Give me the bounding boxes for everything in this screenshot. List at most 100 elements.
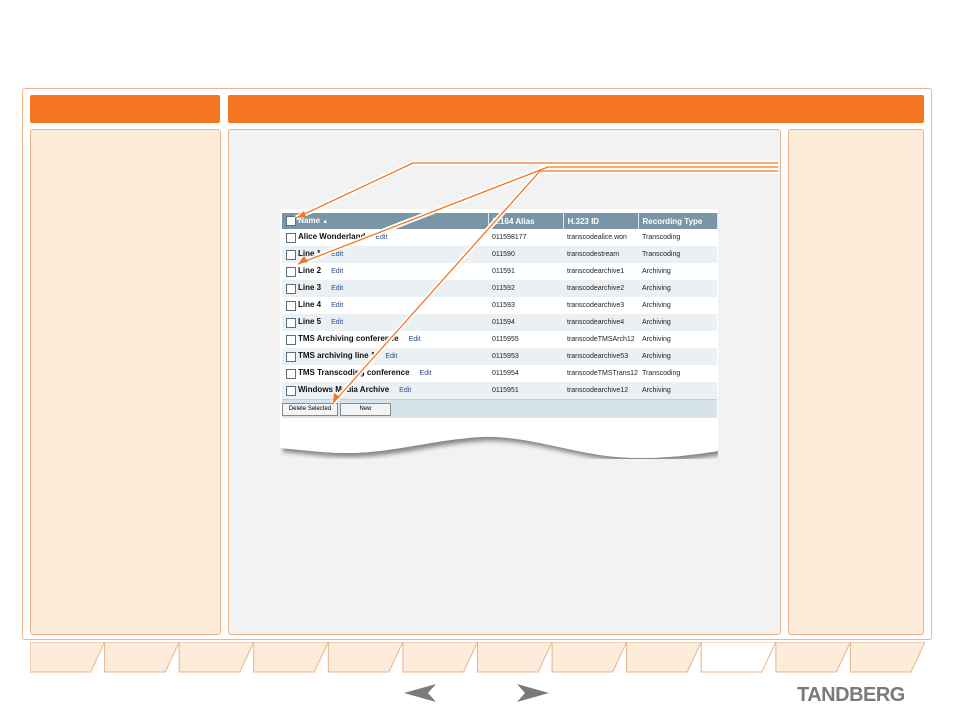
name-cell: Line 1 Edit (282, 246, 488, 263)
type-cell: Archiving (638, 382, 717, 399)
name-cell: Line 3 Edit (282, 280, 488, 297)
table-row: Line 2 Edit 011591 transcodearchive1 Archivi… (282, 263, 717, 280)
row-checkbox[interactable] (286, 300, 296, 311)
tandberg-logo: TANDBERG (797, 684, 905, 706)
new-button[interactable]: New (340, 403, 391, 416)
alias-cell: 011591 (492, 268, 515, 275)
row-name: TMS Transcoding conference (297, 368, 410, 378)
bottom-tab-bar (30, 642, 925, 673)
bottom-tab[interactable] (626, 642, 702, 673)
left-arrow-icon[interactable] (404, 684, 436, 702)
edit-link[interactable]: Edit (385, 353, 397, 360)
table-toolbar: Delete Selected New (282, 399, 717, 418)
h323-cell: transcodearchive2 (563, 280, 638, 297)
row-checkbox[interactable] (286, 351, 296, 362)
row-name: TMS Archiving conference (297, 334, 399, 344)
edit-link[interactable]: Edit (399, 387, 411, 394)
edit-link[interactable]: Edit (331, 251, 343, 258)
h323-cell: transcodearchive4 (563, 314, 638, 331)
edit-link[interactable]: Edit (331, 319, 343, 326)
edit-link[interactable]: Edit (331, 302, 343, 309)
table-row: Line 1 Edit 011590 transcodestream Transcodi… (282, 246, 717, 263)
bottom-tab[interactable] (477, 642, 553, 673)
alias-cell: 0115954 (492, 370, 519, 377)
name-cell: TMS Transcoding conference Edit (282, 365, 488, 382)
alias-cell: 011592 (488, 280, 563, 297)
row-checkbox[interactable] (286, 283, 296, 294)
type-cell: Archiving (642, 268, 671, 275)
bottom-tab[interactable] (849, 642, 925, 673)
column-header-alias[interactable]: E.164 Alias (488, 213, 564, 229)
table-row: TMS Archiving conference Edit 0115955 trans… (282, 331, 717, 348)
name-cell: Line 2 Edit (282, 263, 488, 280)
table-row: TMS Transcoding conference Edit 0115954 tra… (282, 365, 717, 382)
table-row: Line 4 Edit 011593 transcodearchive3 Archivi… (282, 297, 717, 314)
select-all-checkbox[interactable] (286, 216, 296, 226)
main-header-bar (228, 95, 924, 123)
bottom-tab[interactable] (178, 642, 255, 673)
table-header-row: Name ▲ E.164 Alias H.323 ID Recording Ty… (282, 213, 718, 229)
row-name: Line 1 (297, 249, 322, 259)
right-arrow-icon[interactable] (517, 684, 549, 702)
h323-cell: transcodestream (563, 246, 638, 263)
row-checkbox[interactable] (286, 334, 296, 345)
row-name: Line 5 (297, 317, 322, 327)
edit-link[interactable]: Edit (420, 370, 432, 377)
table-row: Windows Media Archive Edit 0115951 transcod… (282, 382, 717, 399)
column-header-name[interactable]: Name ▲ (282, 213, 489, 229)
row-name: TMS archiving line 1 (297, 351, 376, 361)
recording-aliases-table: Name ▲ E.164 Alias H.323 ID Recording Ty… (282, 213, 718, 418)
alias-cell: 011590 (488, 246, 563, 263)
alias-cell: 011594 (488, 314, 563, 331)
row-checkbox[interactable] (286, 385, 296, 396)
edit-link[interactable]: Edit (331, 268, 343, 275)
type-cell: Archiving (642, 302, 671, 309)
delete-selected-button[interactable]: Delete Selected (282, 403, 338, 416)
h323-cell: transcodeTMSTrans12 (567, 370, 638, 377)
row-checkbox[interactable] (286, 317, 296, 328)
alias-cell: 011593 (492, 302, 515, 309)
type-cell: Archiving (638, 280, 717, 297)
row-checkbox[interactable] (286, 232, 296, 243)
bottom-tab[interactable] (551, 642, 628, 673)
column-header-h323[interactable]: H.323 ID (563, 213, 639, 229)
name-cell: Line 5 Edit (282, 314, 488, 331)
edit-link[interactable]: Edit (375, 234, 387, 241)
column-header-type[interactable]: Recording Type (638, 213, 718, 229)
alias-cell: 0115953 (488, 348, 563, 365)
name-cell: TMS Archiving conference Edit (282, 331, 488, 348)
edit-link[interactable]: Edit (331, 285, 343, 292)
h323-cell: transcodearchive12 (563, 382, 638, 399)
bottom-tab[interactable] (327, 642, 404, 673)
bottom-tab[interactable] (775, 642, 851, 673)
type-cell: Archiving (638, 348, 717, 365)
bottom-tab[interactable] (30, 642, 106, 673)
left-side-panel (30, 129, 221, 635)
table-row: Alice Wonderland Edit 011598177 transcodeal… (282, 229, 717, 246)
row-checkbox[interactable] (286, 249, 296, 260)
table-row: Line 3 Edit 011592 transcodearchive2 Archivi… (282, 280, 717, 297)
right-side-panel (788, 129, 924, 635)
row-name: Line 2 (297, 266, 322, 276)
row-name: Alice Wonderland (297, 232, 366, 242)
row-name: Line 4 (297, 300, 322, 310)
edit-link[interactable]: Edit (409, 336, 421, 343)
bottom-tab[interactable] (253, 642, 329, 673)
h323-cell: transcodeTMSArch12 (567, 336, 635, 343)
name-cell: Windows Media Archive Edit (282, 382, 488, 399)
row-checkbox[interactable] (286, 368, 296, 379)
type-cell: Transcoding (642, 234, 681, 241)
bottom-tab[interactable] (700, 642, 777, 673)
name-cell: Alice Wonderland Edit (282, 229, 488, 246)
bottom-tab[interactable] (402, 642, 479, 673)
name-cell: Line 4 Edit (282, 297, 488, 314)
h323-cell: transcodealice.won (567, 234, 627, 241)
table-row: TMS archiving line 1 Edit 0115953 transcode… (282, 348, 717, 365)
alias-cell: 0115955 (492, 336, 519, 343)
type-cell: Archiving (642, 336, 671, 343)
table-row: Line 5 Edit 011594 transcodearchive4 Archivi… (282, 314, 717, 331)
bottom-tab[interactable] (104, 642, 180, 673)
row-checkbox[interactable] (286, 266, 296, 277)
left-header-bar (30, 95, 220, 123)
sort-ascending-icon: ▲ (322, 219, 329, 226)
